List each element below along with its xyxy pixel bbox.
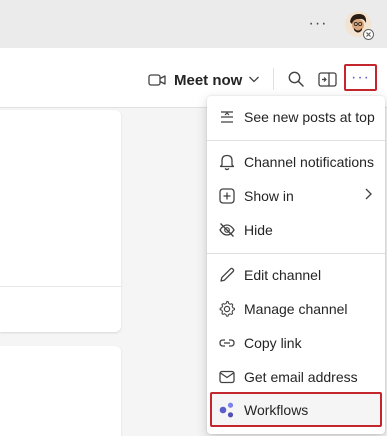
panel-icon	[317, 71, 337, 87]
channel-options-menu: See new posts at top Channel notificatio…	[207, 96, 385, 434]
eye-off-icon	[217, 220, 237, 240]
header-divider	[273, 68, 274, 90]
search-button[interactable]	[285, 68, 307, 90]
menu-divider	[207, 140, 385, 141]
menu-item-workflows[interactable]: Workflows	[207, 394, 385, 426]
menu-item-label: Workflows	[244, 402, 309, 418]
meet-now-dropdown[interactable]	[247, 72, 261, 91]
meet-now-button[interactable]: Meet now	[148, 70, 242, 90]
menu-item-label: Hide	[244, 222, 273, 238]
menu-item-channel-notifications[interactable]: Channel notifications	[207, 146, 385, 178]
status-away-badge	[363, 29, 374, 40]
menu-item-get-email-address[interactable]: Get email address	[207, 361, 385, 393]
menu-item-label: Channel notifications	[244, 154, 374, 170]
menu-item-hide[interactable]: Hide	[207, 214, 385, 246]
chevron-right-icon	[362, 187, 374, 206]
bell-icon	[217, 152, 237, 172]
channel-more-options-button[interactable]: ···	[344, 64, 377, 91]
menu-item-label: Show in	[244, 188, 294, 204]
menu-item-copy-link[interactable]: Copy link	[207, 327, 385, 359]
more-options-button[interactable]: ···	[306, 12, 330, 36]
post-card-divider	[0, 286, 121, 287]
menu-item-label: Manage channel	[244, 301, 348, 317]
menu-item-show-in[interactable]: Show in	[207, 180, 385, 212]
video-camera-icon	[148, 74, 166, 86]
meet-now-label: Meet now	[174, 71, 243, 89]
workflows-icon	[217, 400, 237, 420]
menu-item-label: See new posts at top	[244, 109, 375, 125]
post-card[interactable]	[0, 346, 121, 436]
chevron-down-icon	[249, 76, 259, 83]
arrange-top-icon	[217, 107, 237, 127]
status-x-icon	[366, 32, 371, 37]
avatar[interactable]	[345, 11, 374, 40]
link-icon	[217, 333, 237, 353]
menu-item-edit-channel[interactable]: Edit channel	[207, 259, 385, 291]
menu-divider	[207, 253, 385, 254]
add-square-icon	[217, 186, 237, 206]
menu-item-see-new-posts-at-top[interactable]: See new posts at top	[207, 101, 385, 133]
menu-item-manage-channel[interactable]: Manage channel	[207, 293, 385, 325]
post-card[interactable]	[0, 110, 121, 332]
search-icon	[288, 71, 304, 87]
open-panel-button[interactable]	[316, 68, 338, 90]
menu-item-label: Copy link	[244, 335, 302, 351]
mail-icon	[217, 367, 237, 387]
gear-icon	[217, 299, 237, 319]
pencil-icon	[217, 265, 237, 285]
menu-item-label: Get email address	[244, 369, 358, 385]
menu-item-label: Edit channel	[244, 267, 322, 283]
